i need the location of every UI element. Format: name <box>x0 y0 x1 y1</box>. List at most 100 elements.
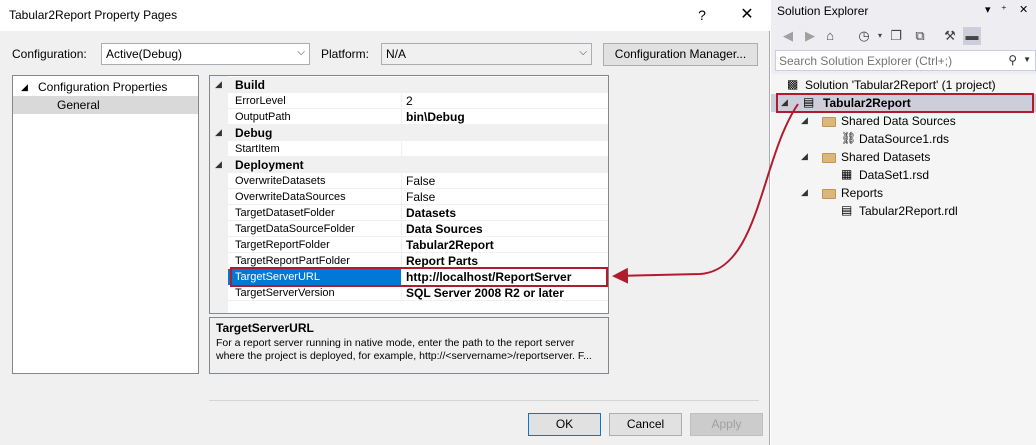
folder-icon <box>822 188 836 202</box>
tree-item-label: Solution 'Tabular2Report' (1 project) <box>805 78 996 92</box>
back-icon[interactable]: ◀ <box>779 27 797 45</box>
window-position-dropdown-icon[interactable]: ▾ <box>985 3 991 16</box>
dataset-icon: ▦ <box>841 167 853 181</box>
property-value[interactable]: bin\Debug <box>406 110 465 124</box>
property-row[interactable]: OutputPath bin\Debug <box>210 109 608 125</box>
configuration-manager-button[interactable]: Configuration Manager... <box>603 43 758 66</box>
property-value[interactable]: Tabular2Report <box>406 238 494 252</box>
properties-wrench-icon[interactable]: ⚒ <box>941 27 959 45</box>
solution-explorer-titlebar: Solution Explorer ▾ ⁺ ✕ <box>771 0 1036 22</box>
configuration-label: Configuration: <box>12 47 87 61</box>
property-row[interactable]: OverwriteDatasets False <box>210 173 608 189</box>
tree-item-shared-data-sources[interactable]: ◢ Shared Data Sources <box>771 112 1036 130</box>
collapse-triangle-icon[interactable]: ◢ <box>801 151 808 162</box>
solution-icon: ▩ <box>787 77 799 91</box>
show-all-files-icon[interactable]: ⧉ <box>911 27 929 45</box>
apply-button[interactable]: Apply <box>690 413 763 436</box>
dialog-title: Tabular2Report Property Pages <box>9 8 178 22</box>
solution-explorer-toolbar: ◀ ▶ ⌂ ◷ ▾ ❐ ⧉ ⚒ ▬ <box>771 24 1036 48</box>
cancel-button[interactable]: Cancel <box>609 413 682 436</box>
category-deployment[interactable]: ◢ Deployment <box>210 157 608 173</box>
tree-item-solution[interactable]: ▩ Solution 'Tabular2Report' (1 project) <box>771 76 1036 94</box>
property-value[interactable]: 2 <box>406 94 413 108</box>
highlight-box-target-server-url <box>230 267 608 287</box>
solution-tree: ▩ Solution 'Tabular2Report' (1 project) … <box>771 74 1036 445</box>
collapse-triangle-icon[interactable]: ◢ <box>215 159 222 170</box>
search-icon[interactable]: ⚲ <box>1008 53 1017 67</box>
close-button[interactable]: ✕ <box>734 3 760 27</box>
property-name: OverwriteDatasets <box>235 175 326 187</box>
platform-value: N/A <box>386 47 407 61</box>
tree-item-general[interactable]: General <box>13 96 198 114</box>
description-text: For a report server running in native mo… <box>216 337 592 362</box>
column-separator <box>401 93 402 109</box>
column-separator <box>401 285 402 301</box>
column-separator <box>401 205 402 221</box>
property-name: ErrorLevel <box>235 95 286 107</box>
property-pages-dialog: Tabular2Report Property Pages ? ✕ Config… <box>0 0 770 445</box>
chevron-down-icon[interactable]: ▼ <box>1023 55 1031 64</box>
collapse-triangle-icon[interactable]: ◢ <box>801 115 808 126</box>
close-icon[interactable]: ✕ <box>1019 3 1028 16</box>
tree-item-label: Configuration Properties <box>38 80 168 94</box>
property-value[interactable]: False <box>406 190 435 204</box>
search-input[interactable] <box>779 53 1009 68</box>
database-icon: ⛓ <box>841 131 857 145</box>
category-build[interactable]: ◢ Build <box>210 77 608 93</box>
tree-item-configuration-properties[interactable]: ◢ Configuration Properties <box>13 78 198 96</box>
category-debug[interactable]: ◢ Debug <box>210 125 608 141</box>
chevron-down-icon: ⌵ <box>297 47 305 58</box>
column-separator <box>401 189 402 205</box>
property-name: TargetDatasetFolder <box>235 207 335 219</box>
ok-button[interactable]: OK <box>528 413 601 436</box>
tree-item-shared-datasets[interactable]: ◢ Shared Datasets <box>771 148 1036 166</box>
property-value[interactable]: SQL Server 2008 R2 or later <box>406 286 564 300</box>
property-name: OverwriteDataSources <box>235 191 346 203</box>
property-name: TargetServerVersion <box>235 287 335 299</box>
property-row[interactable]: TargetDataSourceFolder Data Sources <box>210 221 608 237</box>
platform-label: Platform: <box>321 47 370 61</box>
collapse-all-icon[interactable]: ❐ <box>887 27 905 45</box>
property-row[interactable]: OverwriteDataSources False <box>210 189 608 205</box>
property-row[interactable]: ErrorLevel 2 <box>210 93 608 109</box>
forward-icon[interactable]: ▶ <box>801 27 819 45</box>
property-row[interactable]: TargetServerVersion SQL Server 2008 R2 o… <box>210 285 608 301</box>
solution-explorer-search[interactable]: ⚲ ▼ <box>775 50 1036 71</box>
property-value[interactable]: False <box>406 174 435 188</box>
tree-item-dataset1[interactable]: ▦ DataSet1.rsd <box>771 166 1036 184</box>
property-name: OutputPath <box>235 111 291 123</box>
collapse-triangle-icon[interactable]: ◢ <box>215 127 222 138</box>
tree-item-label: DataSet1.rsd <box>859 168 930 182</box>
collapse-triangle-icon[interactable]: ◢ <box>801 187 808 198</box>
dialog-titlebar: Tabular2Report Property Pages ? ✕ <box>0 0 770 31</box>
tree-item-report-rdl[interactable]: ▤ Tabular2Report.rdl <box>771 202 1036 220</box>
configuration-tree: ◢ Configuration Properties General <box>12 75 199 374</box>
property-row[interactable]: StartItem <box>210 141 608 157</box>
property-value[interactable]: Report Parts <box>406 254 478 268</box>
platform-dropdown[interactable]: N/A ⌵ <box>381 43 592 65</box>
description-title: TargetServerURL <box>216 321 314 335</box>
property-value[interactable]: Datasets <box>406 206 456 220</box>
property-name: TargetReportPartFolder <box>235 255 350 267</box>
preview-selected-icon[interactable]: ▬ <box>963 27 981 45</box>
property-name: TargetReportFolder <box>235 239 330 251</box>
tree-item-datasource1[interactable]: ⛓ DataSource1.rds <box>771 130 1036 148</box>
chevron-down-icon: ⌵ <box>579 47 587 58</box>
collapse-triangle-icon[interactable]: ◢ <box>215 79 222 90</box>
home-icon[interactable]: ⌂ <box>821 27 839 45</box>
tree-item-reports[interactable]: ◢ Reports <box>771 184 1036 202</box>
description-panel: TargetServerURL For a report server runn… <box>209 317 609 374</box>
collapse-triangle-icon[interactable]: ◢ <box>21 82 28 93</box>
report-file-icon: ▤ <box>841 203 853 217</box>
folder-icon <box>822 116 836 130</box>
column-separator <box>401 173 402 189</box>
help-button[interactable]: ? <box>690 4 714 26</box>
category-label: Debug <box>235 126 273 140</box>
property-row[interactable]: TargetReportFolder Tabular2Report <box>210 237 608 253</box>
highlight-box-project <box>776 93 1034 113</box>
property-value[interactable]: Data Sources <box>406 222 483 236</box>
pin-icon[interactable]: ⁺ <box>1001 3 1007 16</box>
configuration-dropdown[interactable]: Active(Debug) ⌵ <box>101 43 310 65</box>
column-separator <box>401 221 402 237</box>
property-row[interactable]: TargetDatasetFolder Datasets <box>210 205 608 221</box>
